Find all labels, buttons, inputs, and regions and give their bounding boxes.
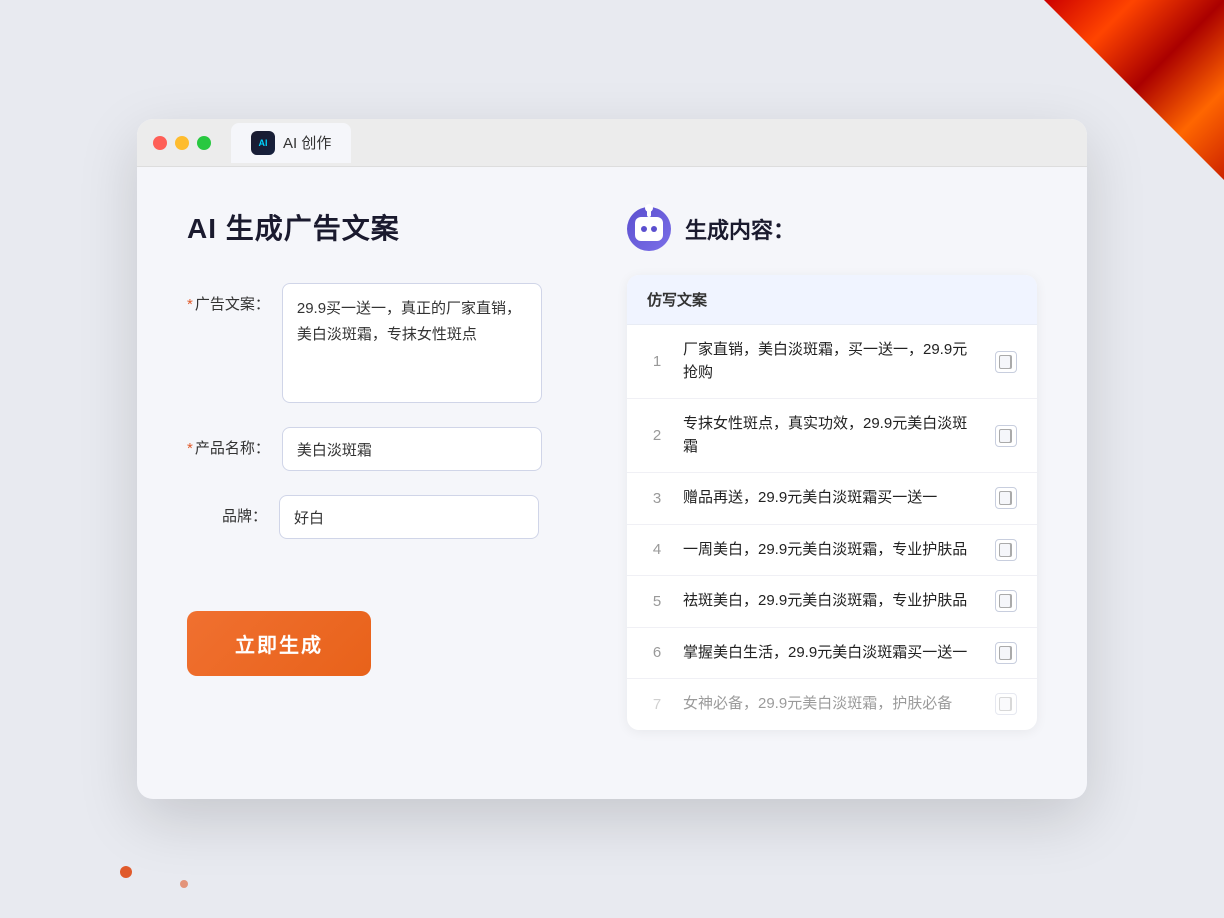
table-row: 3 赠品再送，29.9元美白淡斑霜买一送一 xyxy=(627,473,1037,525)
row-text: 女神必备，29.9元美白淡斑霜，护肤必备 xyxy=(683,693,979,716)
decorative-dot-2 xyxy=(180,880,188,888)
ai-tab-icon xyxy=(251,131,275,155)
main-content: AI 生成广告文案 *广告文案： 29.9买一送一，真正的厂家直销，美白淡斑霜，… xyxy=(137,167,1087,787)
table-row: 4 一周美白，29.9元美白淡斑霜，专业护肤品 xyxy=(627,525,1037,577)
page-title: AI 生成广告文案 xyxy=(187,207,567,247)
traffic-lights xyxy=(153,136,211,150)
robot-antenna xyxy=(647,209,651,217)
left-panel: AI 生成广告文案 *广告文案： 29.9买一送一，真正的厂家直销，美白淡斑霜，… xyxy=(187,207,567,747)
row-number: 4 xyxy=(647,541,667,558)
brand-input[interactable] xyxy=(279,495,539,539)
generate-button[interactable]: 立即生成 xyxy=(187,611,371,676)
brand-label: 品牌： xyxy=(187,495,267,526)
row-text: 赠品再送，29.9元美白淡斑霜买一送一 xyxy=(683,487,979,510)
table-row: 7 女神必备，29.9元美白淡斑霜，护肤必备 xyxy=(627,679,1037,730)
traffic-light-close[interactable] xyxy=(153,136,167,150)
robot-face xyxy=(635,217,663,241)
copy-icon[interactable] xyxy=(995,693,1017,715)
robot-icon xyxy=(627,207,671,251)
decorative-dot-1 xyxy=(120,866,132,878)
product-name-input[interactable] xyxy=(282,427,542,471)
tab-label: AI 创作 xyxy=(283,132,331,153)
row-text: 祛斑美白，29.9元美白淡斑霜，专业护肤品 xyxy=(683,590,979,613)
row-number: 2 xyxy=(647,427,667,444)
results-body: 1 厂家直销，美白淡斑霜，买一送一，29.9元抢购 2 专抹女性斑点，真实功效，… xyxy=(627,325,1037,730)
product-name-label: *产品名称： xyxy=(187,427,270,458)
ad-copy-group: *广告文案： 29.9买一送一，真正的厂家直销，美白淡斑霜，专抹女性斑点 xyxy=(187,283,567,403)
traffic-light-minimize[interactable] xyxy=(175,136,189,150)
right-panel: 生成内容： 仿写文案 1 厂家直销，美白淡斑霜，买一送一，29.9元抢购 2 专… xyxy=(627,207,1037,747)
product-name-group: *产品名称： xyxy=(187,427,567,471)
copy-icon[interactable] xyxy=(995,351,1017,373)
browser-window: AI 创作 AI 生成广告文案 *广告文案： 29.9买一送一，真正的厂家直销，… xyxy=(137,119,1087,799)
copy-icon[interactable] xyxy=(995,487,1017,509)
ad-copy-required: * xyxy=(187,296,193,313)
row-text: 厂家直销，美白淡斑霜，买一送一，29.9元抢购 xyxy=(683,339,979,384)
copy-icon[interactable] xyxy=(995,425,1017,447)
robot-eye-left xyxy=(641,226,647,232)
row-text: 专抹女性斑点，真实功效，29.9元美白淡斑霜 xyxy=(683,413,979,458)
brand-group: 品牌： xyxy=(187,495,567,539)
row-number: 1 xyxy=(647,353,667,370)
copy-icon[interactable] xyxy=(995,642,1017,664)
ad-copy-label: *广告文案： xyxy=(187,283,270,314)
result-title: 生成内容： xyxy=(685,213,795,245)
ad-copy-input[interactable]: 29.9买一送一，真正的厂家直销，美白淡斑霜，专抹女性斑点 xyxy=(282,283,542,403)
row-number: 7 xyxy=(647,696,667,713)
row-number: 5 xyxy=(647,593,667,610)
tab-ai-creation[interactable]: AI 创作 xyxy=(231,123,351,163)
product-name-required: * xyxy=(187,440,193,457)
table-header: 仿写文案 xyxy=(627,275,1037,325)
table-row: 6 掌握美白生活，29.9元美白淡斑霜买一送一 xyxy=(627,628,1037,680)
traffic-light-maximize[interactable] xyxy=(197,136,211,150)
table-row: 2 专抹女性斑点，真实功效，29.9元美白淡斑霜 xyxy=(627,399,1037,473)
row-text: 掌握美白生活，29.9元美白淡斑霜买一送一 xyxy=(683,642,979,665)
copy-icon[interactable] xyxy=(995,590,1017,612)
results-table: 仿写文案 1 厂家直销，美白淡斑霜，买一送一，29.9元抢购 2 专抹女性斑点，… xyxy=(627,275,1037,730)
row-text: 一周美白，29.9元美白淡斑霜，专业护肤品 xyxy=(683,539,979,562)
row-number: 6 xyxy=(647,644,667,661)
table-row: 5 祛斑美白，29.9元美白淡斑霜，专业护肤品 xyxy=(627,576,1037,628)
titlebar: AI 创作 xyxy=(137,119,1087,167)
row-number: 3 xyxy=(647,490,667,507)
copy-icon[interactable] xyxy=(995,539,1017,561)
result-header: 生成内容： xyxy=(627,207,1037,251)
table-row: 1 厂家直销，美白淡斑霜，买一送一，29.9元抢购 xyxy=(627,325,1037,399)
robot-eye-right xyxy=(651,226,657,232)
